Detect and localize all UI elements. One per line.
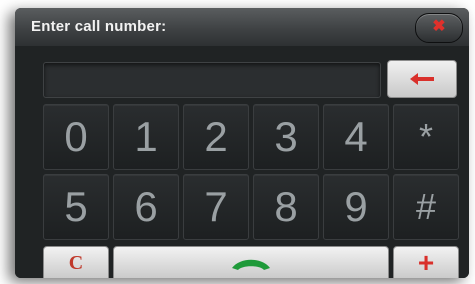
key-7[interactable]: 7 <box>183 174 249 240</box>
call-button[interactable] <box>113 246 389 278</box>
arrow-left-icon <box>410 73 434 85</box>
number-display-field[interactable] <box>43 62 381 98</box>
key-1-label: 1 <box>134 113 158 160</box>
add-button[interactable]: + <box>393 246 459 278</box>
key-6-label: 6 <box>134 183 158 230</box>
key-4-label: 4 <box>344 113 368 160</box>
clear-button-label: C <box>68 252 84 274</box>
key-0[interactable]: 0 <box>43 104 109 170</box>
clear-button[interactable]: C <box>43 246 109 278</box>
key-1[interactable]: 1 <box>113 104 179 170</box>
key-star-label: * <box>418 116 433 157</box>
key-9-label: 9 <box>344 183 368 230</box>
phone-handset-icon <box>232 259 270 270</box>
key-hash[interactable]: # <box>393 174 459 240</box>
key-8[interactable]: 8 <box>253 174 319 240</box>
key-2-label: 2 <box>204 113 228 160</box>
key-8-label: 8 <box>274 183 298 230</box>
add-button-label: + <box>417 247 435 278</box>
key-hash-label: # <box>415 186 437 227</box>
close-icon: ✖ <box>432 18 446 35</box>
dialog-title: Enter call number: <box>31 18 167 35</box>
key-7-label: 7 <box>204 183 228 230</box>
keypad-area: 0 1 2 3 4 * 5 6 7 8 9 # C + <box>15 46 469 278</box>
key-5-label: 5 <box>64 183 88 230</box>
key-3-label: 3 <box>274 113 298 160</box>
key-4[interactable]: 4 <box>323 104 389 170</box>
call-number-dialog: Enter call number: ✖ 0 1 2 3 4 * 5 6 7 8… <box>15 8 469 278</box>
key-2[interactable]: 2 <box>183 104 249 170</box>
key-6[interactable]: 6 <box>113 174 179 240</box>
key-9[interactable]: 9 <box>323 174 389 240</box>
close-button[interactable]: ✖ <box>415 13 463 43</box>
key-3[interactable]: 3 <box>253 104 319 170</box>
backspace-button[interactable] <box>387 60 457 98</box>
key-5[interactable]: 5 <box>43 174 109 240</box>
key-star[interactable]: * <box>393 104 459 170</box>
key-0-label: 0 <box>64 113 88 160</box>
dialog-titlebar: Enter call number: ✖ <box>15 8 469 47</box>
